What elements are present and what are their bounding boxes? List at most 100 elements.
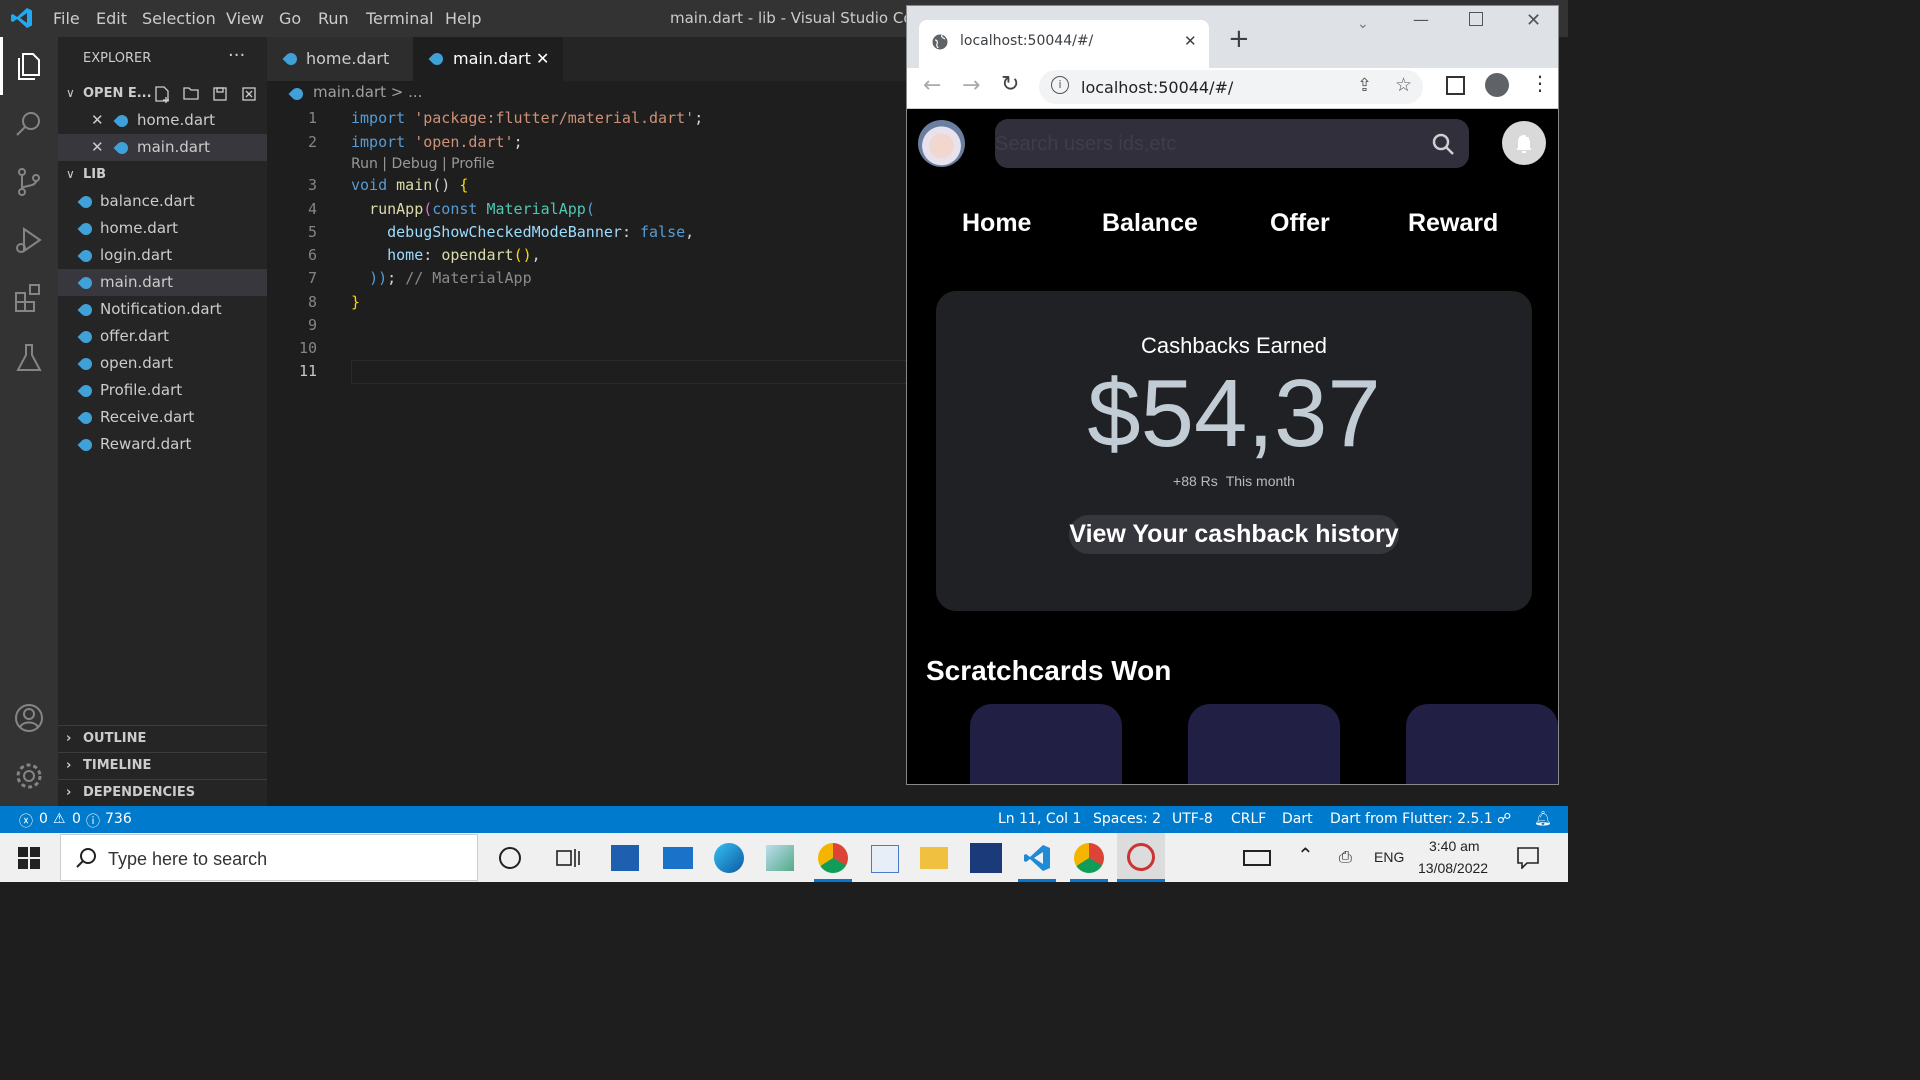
browser-tab-close-icon[interactable]: ✕ xyxy=(1184,32,1197,50)
open-editor-home[interactable]: ✕ home.dart xyxy=(58,107,267,134)
side-panel-icon[interactable] xyxy=(1446,76,1465,95)
menu-view[interactable]: View xyxy=(226,9,264,28)
reload-icon[interactable]: ↻ xyxy=(1001,72,1019,97)
browser-tab[interactable]: localhost:50044/#/ ✕ xyxy=(919,20,1209,68)
app-icon[interactable] xyxy=(766,845,794,871)
user-avatar[interactable] xyxy=(918,120,965,167)
taskbar-search-box[interactable]: Type here to search xyxy=(60,834,478,881)
input-language[interactable]: ENG xyxy=(1374,849,1404,865)
nav-balance[interactable]: Balance xyxy=(1102,209,1198,238)
tab-search-chevron-icon[interactable]: ⌄ xyxy=(1357,16,1369,32)
open-editor-main[interactable]: ✕ main.dart xyxy=(58,134,267,161)
file-item[interactable]: offer.dart xyxy=(58,323,267,350)
news-widget-icon[interactable] xyxy=(1243,850,1271,866)
tab-home-dart[interactable]: home.dart xyxy=(267,37,413,81)
chrome-icon[interactable] xyxy=(1074,843,1104,873)
forward-arrow-icon[interactable]: → xyxy=(962,73,980,98)
dev-tools-icon[interactable] xyxy=(970,843,1002,873)
menu-help[interactable]: Help xyxy=(445,9,481,28)
close-all-icon[interactable] xyxy=(240,85,258,103)
share-icon[interactable]: ⇪ xyxy=(1357,75,1372,96)
tab-close-icon[interactable]: ✕ xyxy=(536,37,549,81)
view-cashback-history-button[interactable]: View Your cashback history xyxy=(1069,515,1399,554)
chevron-up-icon[interactable]: ⌃ xyxy=(1297,843,1314,867)
open-editors-header[interactable]: ∨ OPEN E... xyxy=(58,80,267,107)
new-tab-button[interactable]: + xyxy=(1228,26,1250,52)
codelens-run-debug-profile[interactable]: Run | Debug | Profile xyxy=(351,156,495,172)
windows-start-icon[interactable] xyxy=(18,847,40,869)
notification-bell-button[interactable] xyxy=(1502,121,1546,165)
indentation[interactable]: Spaces: 2 xyxy=(1093,811,1161,827)
encoding[interactable]: UTF-8 xyxy=(1172,811,1213,827)
scratchcard[interactable] xyxy=(1406,704,1558,784)
breadcrumb-file[interactable]: main.dart xyxy=(313,83,386,101)
notifications-bell-icon[interactable]: 🔔︎ xyxy=(1534,811,1552,827)
more-menu-icon[interactable]: ⋮ xyxy=(1530,71,1550,95)
code-editor[interactable]: main.dart > ... 1 2 3 4 5 6 7 8 9 10 11 … xyxy=(267,81,909,806)
address-bar[interactable]: i localhost:50044/#/ ⇪ ☆ xyxy=(1039,70,1423,104)
maximize-button[interactable] xyxy=(1469,12,1483,26)
search-icon[interactable] xyxy=(12,107,46,141)
line-ending[interactable]: CRLF xyxy=(1231,811,1266,827)
vscode-taskbar-icon[interactable] xyxy=(1022,843,1052,873)
flutter-sdk[interactable]: Dart from Flutter: 2.5.1 xyxy=(1330,811,1493,827)
nav-home[interactable]: Home xyxy=(962,209,1031,238)
explorer-more-button[interactable]: ··· xyxy=(228,45,245,66)
bookmark-star-icon[interactable]: ☆ xyxy=(1395,74,1412,96)
account-icon[interactable] xyxy=(12,701,46,735)
run-debug-icon[interactable] xyxy=(12,223,46,257)
edge-browser-icon[interactable] xyxy=(714,843,744,873)
outline-section[interactable]: › OUTLINE xyxy=(58,725,267,752)
file-item[interactable]: Reward.dart xyxy=(58,431,267,458)
search-icon[interactable] xyxy=(1431,132,1455,156)
file-item[interactable]: home.dart xyxy=(58,215,267,242)
clock-time[interactable]: 3:40 am xyxy=(1429,838,1480,854)
close-icon[interactable]: ✕ xyxy=(91,134,104,161)
extensions-icon[interactable] xyxy=(12,281,46,315)
task-view-icon[interactable] xyxy=(556,847,580,869)
active-app-slot[interactable] xyxy=(1117,833,1165,882)
url-text[interactable]: localhost:50044/#/ xyxy=(1081,78,1233,97)
back-arrow-icon[interactable]: ← xyxy=(923,73,941,98)
file-item[interactable]: balance.dart xyxy=(58,188,267,215)
file-item[interactable]: login.dart xyxy=(58,242,267,269)
menu-go[interactable]: Go xyxy=(279,9,301,28)
dependencies-section[interactable]: › DEPENDENCIES xyxy=(58,779,267,806)
feedback-icon[interactable]: ☍ xyxy=(1497,811,1511,827)
folder-lib-header[interactable]: ∨ LIB xyxy=(58,161,267,188)
warning-count[interactable]: 0 xyxy=(72,811,81,827)
tab-main-dart[interactable]: main.dart ✕ xyxy=(413,37,563,81)
file-item[interactable]: open.dart xyxy=(58,350,267,377)
file-item[interactable]: Notification.dart xyxy=(58,296,267,323)
file-item[interactable]: Receive.dart xyxy=(58,404,267,431)
clock-date[interactable]: 13/08/2022 xyxy=(1418,860,1488,876)
scratchcard[interactable] xyxy=(1188,704,1340,784)
source-control-icon[interactable] xyxy=(12,165,46,199)
language-mode[interactable]: Dart xyxy=(1282,811,1313,827)
search-box[interactable]: Search users ids,etc xyxy=(995,119,1469,168)
close-window-button[interactable]: ✕ xyxy=(1526,10,1541,31)
file-item[interactable]: Profile.dart xyxy=(58,377,267,404)
testing-icon[interactable] xyxy=(12,341,46,375)
menu-file[interactable]: File xyxy=(53,9,80,28)
new-file-icon[interactable] xyxy=(153,85,171,103)
action-center-icon[interactable] xyxy=(1517,847,1539,869)
error-count[interactable]: 0 xyxy=(39,811,48,827)
menu-edit[interactable]: Edit xyxy=(96,9,127,28)
file-item-selected[interactable]: main.dart xyxy=(58,269,267,296)
menu-run[interactable]: Run xyxy=(318,9,349,28)
timeline-section[interactable]: › TIMELINE xyxy=(58,752,267,779)
scratchcard[interactable] xyxy=(970,704,1122,784)
new-folder-icon[interactable] xyxy=(182,85,200,103)
chrome-profile-icon[interactable] xyxy=(818,843,848,873)
close-icon[interactable]: ✕ xyxy=(91,107,104,134)
site-info-icon[interactable]: i xyxy=(1051,76,1069,94)
nav-reward[interactable]: Reward xyxy=(1408,209,1498,238)
file-explorer-icon[interactable] xyxy=(920,847,948,869)
settings-gear-icon[interactable] xyxy=(12,759,46,793)
meet-now-icon[interactable]: ⎙ xyxy=(1339,847,1352,867)
cortana-icon[interactable] xyxy=(499,847,521,869)
save-all-icon[interactable] xyxy=(211,85,229,103)
menu-selection[interactable]: Selection xyxy=(142,9,216,28)
menu-terminal[interactable]: Terminal xyxy=(366,9,434,28)
